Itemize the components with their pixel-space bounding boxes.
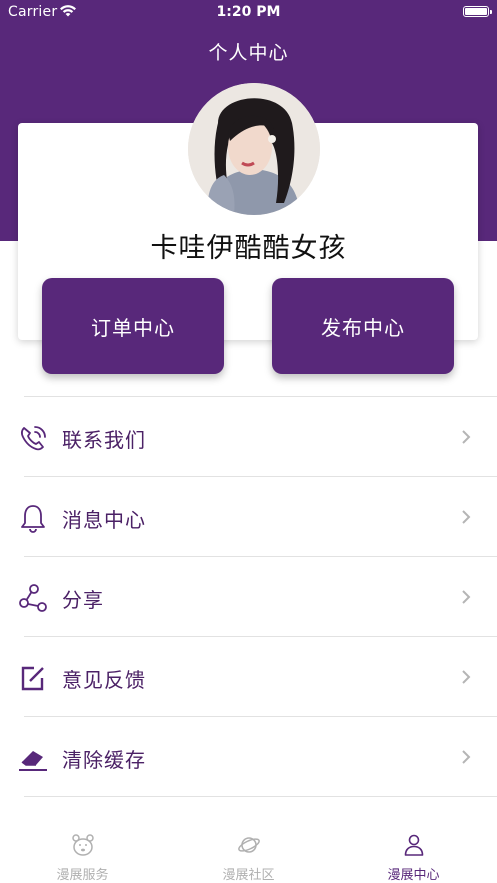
phone-icon (21, 426, 46, 451)
tab-exhibition-center[interactable]: 漫展中心 (331, 823, 496, 883)
status-bar: Carrier 1:20 PM (0, 0, 497, 26)
eraser-icon (19, 751, 47, 771)
tab-label: 漫展中心 (387, 868, 440, 883)
battery-icon (463, 6, 492, 17)
menu-item-label: 意见反馈 (62, 668, 146, 692)
planet-icon (237, 837, 260, 853)
avatar-photo (188, 83, 320, 215)
menu-item-label: 联系我们 (62, 428, 146, 452)
menu-item-feedback[interactable]: 意见反馈 (0, 637, 497, 717)
publish-center-button[interactable]: 发布中心 (272, 278, 454, 374)
menu-item-label: 清除缓存 (62, 748, 146, 772)
divider (24, 796, 497, 797)
chevron-right-icon (462, 750, 471, 764)
menu-item-share[interactable]: 分享 (0, 557, 497, 637)
bell-icon (21, 505, 45, 533)
page-title: 个人中心 (208, 42, 289, 64)
username: 卡哇伊酷酷女孩 (150, 233, 347, 264)
clock: 1:20 PM (216, 4, 281, 20)
chevron-right-icon (462, 670, 471, 684)
menu-item-clear-cache[interactable]: 清除缓存 (0, 717, 497, 797)
menu-item-label: 分享 (62, 588, 104, 612)
avatar[interactable] (188, 83, 320, 215)
tab-label: 漫展服务 (56, 868, 109, 883)
chevron-right-icon (462, 510, 471, 524)
menu-item-label: 消息中心 (62, 508, 146, 532)
menu-item-contact[interactable]: 联系我们 (0, 397, 497, 477)
feedback-icon (21, 666, 44, 691)
share-icon (19, 584, 47, 612)
chevron-right-icon (462, 430, 471, 444)
menu-item-messages[interactable]: 消息中心 (0, 477, 497, 557)
bear-icon (71, 834, 94, 856)
chevron-right-icon (462, 590, 471, 604)
tab-exhibition-community[interactable]: 漫展社区 (166, 823, 331, 883)
tab-exhibition-service[interactable]: 漫展服务 (0, 823, 165, 883)
tab-label: 漫展社区 (222, 868, 275, 883)
order-center-button[interactable]: 订单中心 (42, 278, 224, 374)
tab-bar: 漫展服务 漫展社区 漫展中心 (0, 823, 497, 883)
person-icon (404, 834, 423, 856)
